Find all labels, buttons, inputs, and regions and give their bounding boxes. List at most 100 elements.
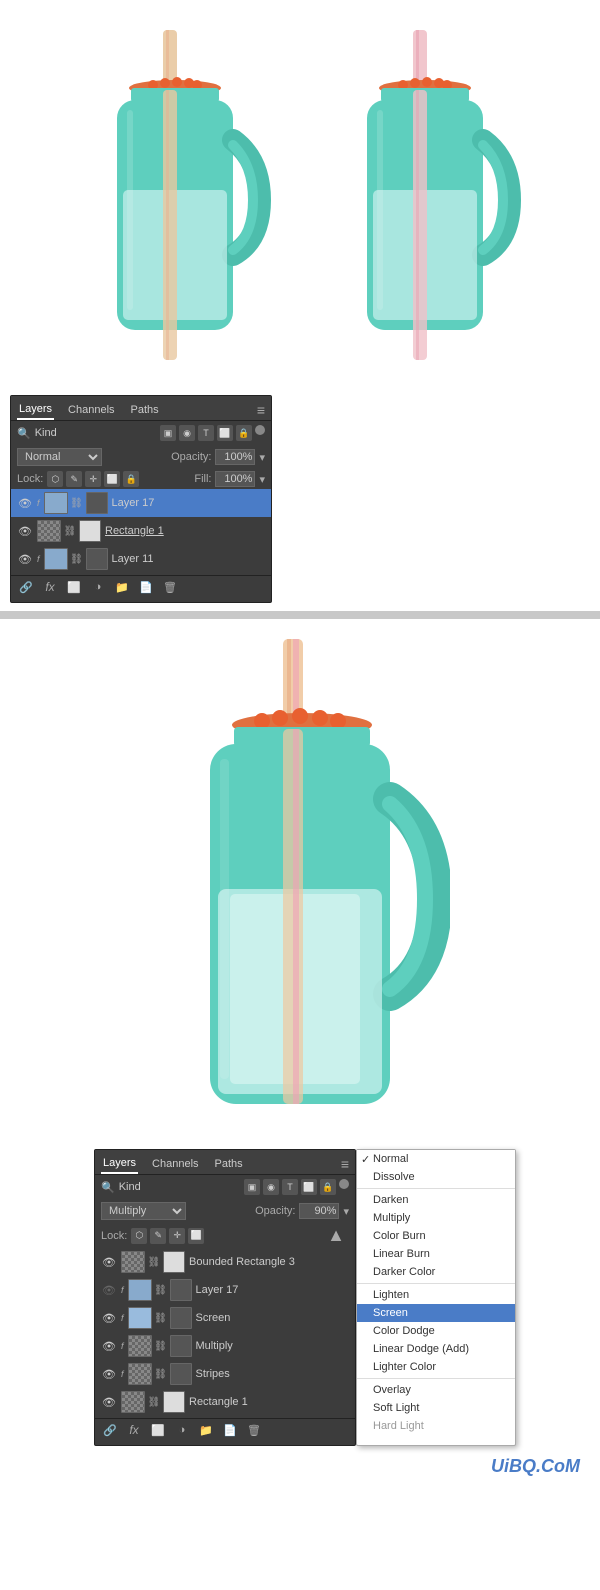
filter-adjust-icon[interactable]: ◉ (179, 425, 195, 441)
lock-move-icon-b[interactable]: ✛ (169, 1228, 185, 1244)
dropdown-item-color-dodge[interactable]: Color Dodge (357, 1322, 515, 1340)
chain-layer17: ⛓ (72, 495, 82, 511)
link-icon-b[interactable]: 🔗 (101, 1423, 119, 1437)
delete-layer-icon[interactable]: 🗑 (161, 580, 179, 594)
lock-move-icon[interactable]: ✛ (85, 471, 101, 487)
bottom-panel-area: Layers Channels Paths ≡ 🔍 Kind ▣ ◉ T ⬜ 🔒 (94, 1149, 516, 1446)
filter-shape-icon-b[interactable]: ⬜ (301, 1179, 317, 1195)
search-icon-top: 🔍 (17, 427, 31, 440)
eye-icon-multiply[interactable]: 👁 (101, 1338, 117, 1354)
fx-icon-b[interactable]: fx (125, 1423, 143, 1437)
dropdown-item-linear-dodge[interactable]: Linear Dodge (Add) (357, 1340, 515, 1358)
fx-icon[interactable]: fx (41, 580, 59, 594)
dropdown-item-darken[interactable]: Darken (357, 1191, 515, 1209)
tab-paths-bottom[interactable]: Paths (213, 1155, 245, 1173)
dropdown-item-darker-color[interactable]: Darker Color (357, 1263, 515, 1281)
filter-toggle-b[interactable] (339, 1179, 349, 1189)
tab-channels-top[interactable]: Channels (66, 401, 116, 419)
filter-pixel-icon-b[interactable]: ▣ (244, 1179, 260, 1195)
new-layer-icon-b[interactable]: 📄 (221, 1423, 239, 1437)
filter-type-icon-b[interactable]: T (282, 1179, 298, 1195)
lock-all-icon[interactable]: 🔒 (123, 471, 139, 487)
layer-row-layer17-b[interactable]: 👁 f ⛓ Layer 17 (95, 1276, 355, 1304)
group-icon-b[interactable]: 📁 (197, 1423, 215, 1437)
dropdown-item-lighten[interactable]: Lighten (357, 1286, 515, 1304)
dropdown-item-dissolve[interactable]: Dissolve (357, 1168, 515, 1186)
thumb-rect1 (37, 520, 61, 542)
fill-input-top[interactable] (215, 471, 255, 487)
adjustment-icon[interactable]: ◑ (89, 580, 107, 594)
adjustment-icon-b[interactable]: ◑ (173, 1423, 191, 1437)
filter-type-icon[interactable]: T (198, 425, 214, 441)
mask-stripes (170, 1363, 192, 1385)
lock-art-icon[interactable]: ⬜ (104, 471, 120, 487)
mask-bounded3 (163, 1251, 185, 1273)
dropdown-item-color-burn[interactable]: Color Burn (357, 1227, 515, 1245)
layer-row-rectangle1-b[interactable]: 👁 ⛓ Rectangle 1 (95, 1388, 355, 1416)
tab-layers-bottom[interactable]: Layers (101, 1154, 138, 1174)
new-layer-icon[interactable]: 📄 (137, 580, 155, 594)
dropdown-item-screen[interactable]: Screen (357, 1304, 515, 1322)
opacity-chevron-top[interactable]: ▾ (259, 451, 265, 464)
opacity-chevron-bottom[interactable]: ▾ (343, 1205, 349, 1218)
mask-layer17 (86, 492, 108, 514)
eye-icon-rect1[interactable]: 👁 (17, 523, 33, 539)
blend-mode-select-top[interactable]: Normal (17, 448, 102, 466)
mask-rect1 (79, 520, 101, 542)
filter-toggle[interactable] (255, 425, 265, 435)
dropdown-item-lighter-color[interactable]: Lighter Color (357, 1358, 515, 1376)
filter-adjust-icon-b[interactable]: ◉ (263, 1179, 279, 1195)
opacity-input-top[interactable] (215, 449, 255, 465)
layer-row-multiply[interactable]: 👁 f ⛓ Multiply (95, 1332, 355, 1360)
dropdown-item-overlay[interactable]: Overlay (357, 1381, 515, 1399)
eye-icon-rect1b[interactable]: 👁 (101, 1394, 117, 1410)
eye-icon-screen[interactable]: 👁 (101, 1310, 117, 1326)
layer-row-rectangle1[interactable]: 👁 ⛓ Rectangle 1 (11, 517, 271, 545)
group-icon[interactable]: 📁 (113, 580, 131, 594)
lock-position-icon[interactable]: ✎ (66, 471, 82, 487)
filter-shape-icon[interactable]: ⬜ (217, 425, 233, 441)
fx-badge-screen: f (121, 1313, 124, 1323)
filter-smart-icon-b[interactable]: 🔒 (320, 1179, 336, 1195)
panel-menu-icon-bottom[interactable]: ≡ (341, 1156, 349, 1172)
filter-smart-icon[interactable]: 🔒 (236, 425, 252, 441)
mask-icon[interactable]: ⬜ (65, 580, 83, 594)
fill-chevron-top[interactable]: ▾ (259, 473, 265, 486)
dropdown-item-linear-burn[interactable]: Linear Burn (357, 1245, 515, 1263)
eye-icon-stripes[interactable]: 👁 (101, 1366, 117, 1382)
thumb-layer11 (44, 548, 68, 570)
dropdown-divider-1 (357, 1188, 515, 1189)
dropdown-item-hard-light[interactable]: Hard Light (357, 1417, 515, 1435)
eye-icon-layer17[interactable]: 👁 (17, 495, 33, 511)
dropdown-item-soft-light[interactable]: Soft Light (357, 1399, 515, 1417)
fx-badge-layer17: f (37, 498, 40, 508)
tab-channels-bottom[interactable]: Channels (150, 1155, 200, 1173)
lock-label-bottom: Lock: (101, 1230, 127, 1242)
filter-pixel-icon[interactable]: ▣ (160, 425, 176, 441)
lock-pixel-icon-b[interactable]: ⬡ (131, 1228, 147, 1244)
jar-right-svg (325, 30, 525, 370)
tab-layers-top[interactable]: Layers (17, 400, 54, 420)
delete-layer-icon-b[interactable]: 🗑 (245, 1423, 263, 1437)
layer-row-layer11[interactable]: 👁 f ⛓ Layer 11 (11, 545, 271, 573)
lock-art-icon-b[interactable]: ⬜ (188, 1228, 204, 1244)
lock-pixel-icon[interactable]: ⬡ (47, 471, 63, 487)
lock-position-icon-b[interactable]: ✎ (150, 1228, 166, 1244)
layer-row-screen[interactable]: 👁 f ⛓ Screen (95, 1304, 355, 1332)
layer-row-stripes[interactable]: 👁 f ⛓ Stripes (95, 1360, 355, 1388)
tab-paths-top[interactable]: Paths (129, 401, 161, 419)
blend-mode-select-bottom[interactable]: Multiply (101, 1202, 186, 1220)
eye-icon-layer17b[interactable]: 👁 (101, 1282, 117, 1298)
panel-menu-icon-top[interactable]: ≡ (257, 402, 265, 418)
layer-name-layer17: Layer 17 (112, 497, 265, 509)
dropdown-item-multiply[interactable]: Multiply (357, 1209, 515, 1227)
layer-row-bounded-rect3[interactable]: 👁 ⛓ Bounded Rectangle 3 (95, 1248, 355, 1276)
eye-icon-bounded3[interactable]: 👁 (101, 1254, 117, 1270)
eye-icon-layer11[interactable]: 👁 (17, 551, 33, 567)
layer-name-layer17b: Layer 17 (196, 1284, 349, 1296)
opacity-input-bottom[interactable] (299, 1203, 339, 1219)
link-icon[interactable]: 🔗 (17, 580, 35, 594)
layer-row-layer17[interactable]: 👁 f ⛓ Layer 17 (11, 489, 271, 517)
dropdown-item-normal[interactable]: Normal (357, 1150, 515, 1168)
mask-icon-b[interactable]: ⬜ (149, 1423, 167, 1437)
